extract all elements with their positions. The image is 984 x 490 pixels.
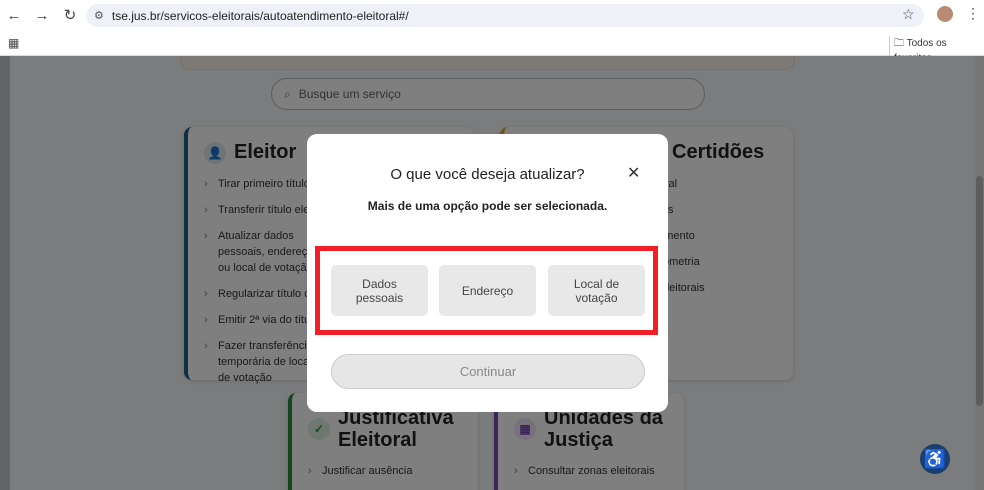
update-options-modal: O que você deseja atualizar? ✕ Mais de u… xyxy=(307,134,668,412)
continue-button[interactable]: Continuar xyxy=(331,354,645,389)
option-dados-pessoais[interactable]: Dados pessoais xyxy=(331,265,428,316)
option-local-votacao[interactable]: Local de votação xyxy=(548,265,645,316)
reload-icon[interactable]: ↻ xyxy=(56,6,84,24)
forward-icon[interactable]: → xyxy=(28,7,56,24)
kebab-menu-icon[interactable]: ⋮ xyxy=(966,5,980,22)
accessibility-icon[interactable]: ♿ xyxy=(920,444,950,474)
avatar[interactable] xyxy=(937,6,953,22)
url-text: tse.jus.br/servicos-eleitorais/autoatend… xyxy=(111,8,409,23)
back-icon[interactable]: ← xyxy=(0,7,28,24)
modal-title: O que você deseja atualizar? xyxy=(390,166,585,183)
option-endereco[interactable]: Endereço xyxy=(439,265,536,316)
browser-toolbar: ← → ↻ ⚙ tse.jus.br/servicos-eleitorais/au… xyxy=(0,0,984,30)
bookmark-star-icon[interactable]: ☆ xyxy=(902,6,915,23)
address-bar[interactable]: ⚙ tse.jus.br/servicos-eleitorais/autoaten… xyxy=(86,4,924,27)
apps-grid-icon[interactable]: ▦ xyxy=(8,36,19,50)
bookmarks-bar: ▦ 🗀 Todos os favoritos xyxy=(0,30,984,64)
site-info-icon[interactable]: ⚙ xyxy=(94,9,104,22)
modal-subtitle: Mais de uma opção pode ser selecionada. xyxy=(367,199,608,213)
close-icon[interactable]: ✕ xyxy=(627,163,640,183)
